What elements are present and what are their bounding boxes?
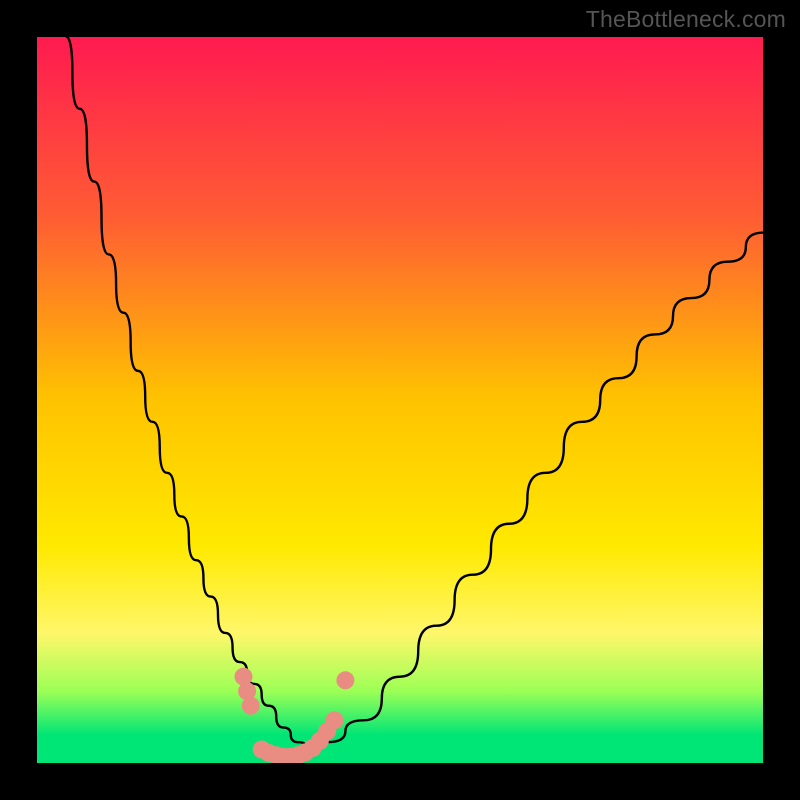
highlight-dot xyxy=(325,711,343,729)
watermark-text: TheBottleneck.com xyxy=(586,6,786,33)
highlight-dot xyxy=(336,671,354,689)
bottleneck-chart xyxy=(0,0,800,800)
highlight-dot xyxy=(242,697,260,715)
